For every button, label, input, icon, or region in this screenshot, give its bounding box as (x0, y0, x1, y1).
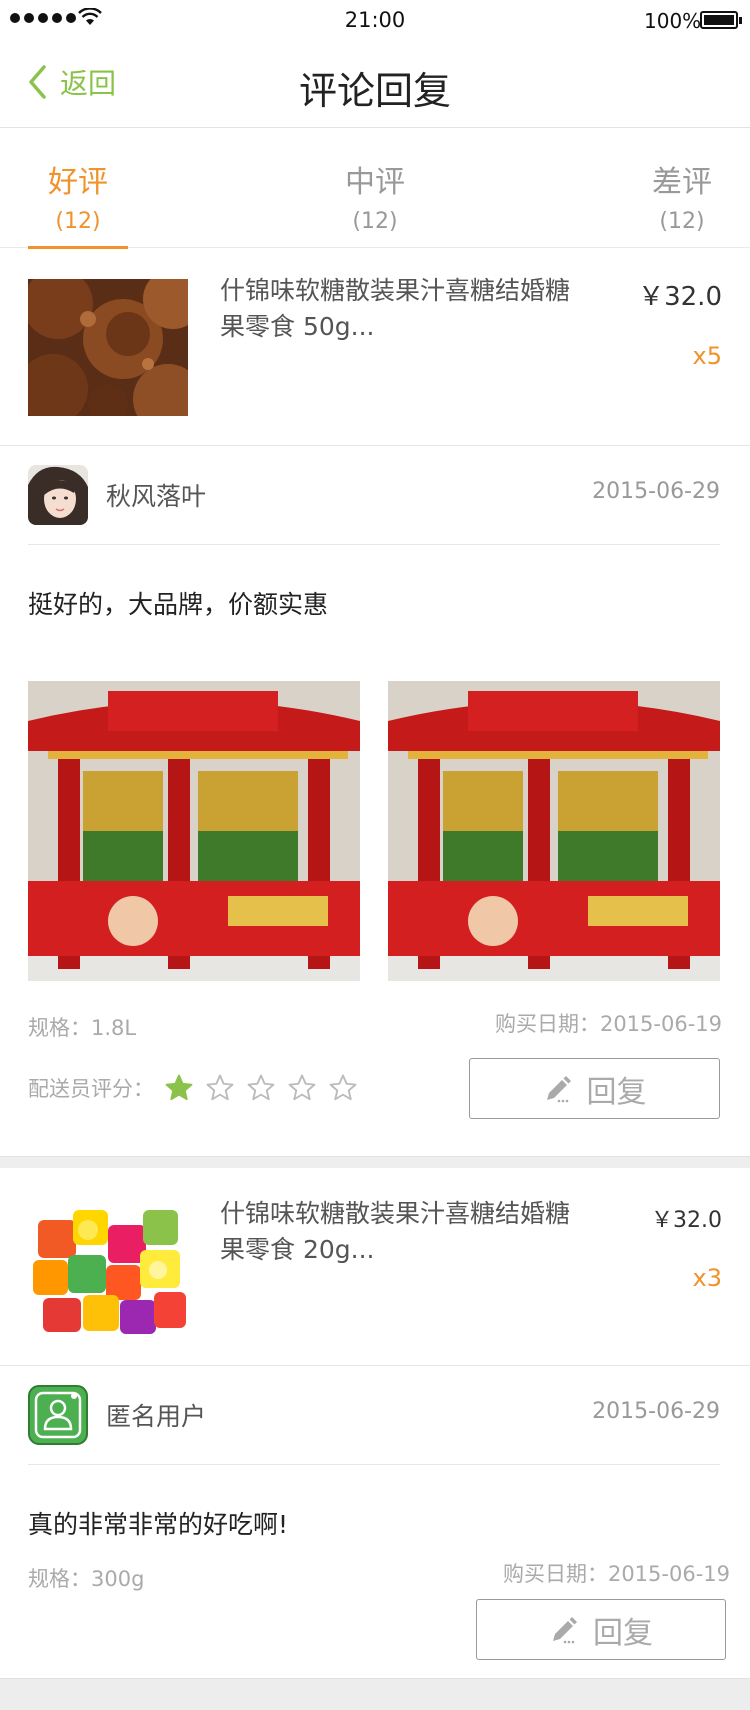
purchase-date: 购买日期：2015-06-19 (502, 1562, 730, 1586)
rating-stars[interactable] (164, 1073, 358, 1103)
review-date: 2015-06-29 (592, 479, 720, 504)
tab-count: (12) (352, 209, 398, 234)
avatar[interactable] (28, 465, 88, 525)
product-name: 什锦味软糖散装果汁喜糖结婚糖果零食 20g... (220, 1199, 571, 1264)
product-spec: 规格：1.8L (28, 1016, 137, 1040)
star-filled-icon[interactable] (164, 1073, 194, 1103)
tab-label: 差评 (652, 165, 712, 200)
star-empty-icon[interactable] (287, 1073, 317, 1103)
star-empty-icon[interactable] (246, 1073, 276, 1103)
review-comment: 真的非常非常的好吃啊! (28, 1510, 289, 1539)
reply-button[interactable]: 回复 (476, 1599, 726, 1660)
reviewer-row: 匿名用户 2015-06-29 (28, 1365, 720, 1465)
product-row[interactable]: 什锦味软糖散装果汁喜糖结婚糖果零食 50g... ￥32.0 x5 (0, 248, 750, 445)
tab-good[interactable]: 好评 (12) (28, 129, 128, 249)
courier-rating: 配送员评分： (28, 1073, 358, 1103)
product-quantity: x3 (692, 1264, 722, 1292)
review-photo[interactable] (28, 681, 360, 981)
section-divider (0, 1156, 750, 1168)
review-photo[interactable] (388, 681, 720, 981)
page-title: 评论回复 (298, 69, 451, 113)
reply-button[interactable]: 回复 (469, 1058, 720, 1119)
battery-icon (700, 11, 742, 29)
review-comment: 挺好的，大品牌，价额实惠 (28, 590, 329, 619)
tab-count: (12) (659, 209, 705, 234)
product-price: ￥32.0 (651, 1208, 722, 1233)
tab-label: 好评 (48, 165, 108, 200)
product-price: ￥32.0 (638, 282, 722, 312)
review-tabs: 好评 (12) 中评 (12) 差评 (12) (0, 129, 750, 249)
product-image (28, 1200, 188, 1337)
product-spec: 规格：300g (28, 1567, 145, 1591)
reviewer-name: 匿名用户 (106, 1402, 207, 1431)
reviewer-name: 秋风落叶 (106, 482, 207, 511)
courier-rating-label: 配送员评分： (28, 1077, 154, 1101)
edit-icon (553, 1616, 577, 1643)
bottom-spacer (0, 1678, 750, 1710)
reply-label: 回复 (593, 1615, 653, 1651)
reviewer-row: 秋风落叶 2015-06-29 (28, 445, 720, 545)
product-quantity: x5 (692, 342, 722, 370)
tab-count: (12) (55, 209, 101, 234)
review-date: 2015-06-29 (592, 1399, 720, 1424)
product-image (28, 279, 188, 416)
avatar[interactable] (28, 1385, 88, 1445)
status-time: 21:00 (344, 8, 406, 32)
reply-label: 回复 (586, 1074, 647, 1110)
star-empty-icon[interactable] (205, 1073, 235, 1103)
tab-label: 中评 (345, 165, 405, 200)
status-bar: 21:00 100% (0, 0, 750, 40)
tab-medium[interactable]: 中评 (12) (325, 129, 425, 248)
nav-bar: 返回 评论回复 (0, 40, 750, 128)
battery-percent: 100% (644, 9, 702, 33)
product-row[interactable]: 什锦味软糖散装果汁喜糖结婚糖果零食 20g... ￥32.0 x3 (0, 1168, 750, 1365)
tab-bad[interactable]: 差评 (12) (632, 129, 732, 248)
edit-icon (546, 1075, 571, 1102)
star-empty-icon[interactable] (328, 1073, 358, 1103)
purchase-date: 购买日期：2015-06-19 (494, 1012, 722, 1036)
product-name: 什锦味软糖散装果汁喜糖结婚糖果零食 50g... (220, 276, 571, 341)
